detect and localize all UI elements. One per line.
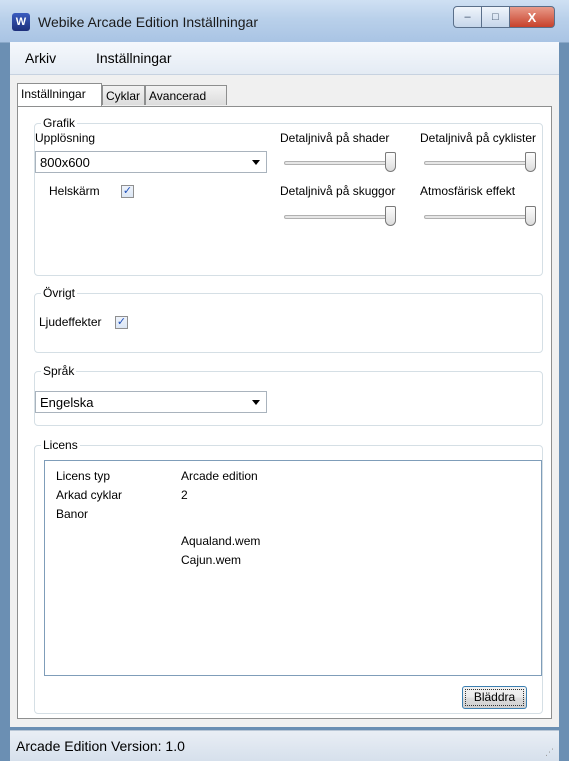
menu-bar: Arkiv Inställningar — [10, 42, 559, 75]
language-group-title: Språk — [41, 364, 77, 378]
shadow-detail-label: Detaljnivå på skuggor — [280, 184, 396, 198]
track-item: Cajun.wem — [181, 553, 242, 567]
sound-effects-label: Ljudeffekter — [39, 315, 102, 329]
fullscreen-label: Helskärm — [49, 184, 100, 198]
slider-track — [284, 215, 396, 219]
chevron-down-icon — [252, 400, 260, 405]
tab-bikes[interactable]: Cyklar — [102, 85, 145, 105]
resolution-label: Upplösning — [35, 131, 96, 145]
fullscreen-checkbox[interactable]: ✓ — [121, 185, 134, 198]
maximize-button[interactable]: □ — [482, 6, 510, 28]
license-type-key: Licens typ — [56, 469, 111, 483]
menu-settings[interactable]: Inställningar — [96, 50, 172, 66]
resolution-select[interactable]: 800x600 — [35, 151, 267, 173]
caption-buttons: – □ X — [453, 6, 555, 28]
close-button[interactable]: X — [510, 6, 555, 28]
language-select[interactable]: Engelska — [35, 391, 267, 413]
tracks-key: Banor — [56, 507, 89, 521]
slider-track — [424, 161, 536, 165]
shader-detail-label: Detaljnivå på shader — [280, 131, 390, 145]
license-group: Licens Licens typ Arcade edition Arkad c… — [34, 438, 543, 714]
other-group-title: Övrigt — [41, 286, 78, 300]
resize-grip-icon[interactable]: ⋰ — [545, 748, 555, 758]
license-group-title: Licens — [41, 438, 80, 452]
window-title: Webike Arcade Edition Inställningar — [38, 14, 258, 30]
client-area: Inställningar Cyklar Avancerad Grafik Up… — [10, 75, 559, 727]
chevron-down-icon — [252, 160, 260, 165]
settings-window: W Webike Arcade Edition Inställningar – … — [0, 0, 569, 761]
slider-thumb[interactable] — [385, 206, 396, 226]
slider-thumb[interactable] — [525, 152, 536, 172]
version-status: Arcade Edition Version: 1.0 — [16, 738, 185, 754]
atmosphere-effect-label: Atmosfärisk effekt — [420, 184, 516, 198]
language-group: Språk Engelska — [34, 364, 543, 426]
slider-track — [424, 215, 536, 219]
slider-track — [284, 161, 396, 165]
language-value: Engelska — [40, 395, 94, 410]
slider-thumb[interactable] — [385, 152, 396, 172]
license-type-value: Arcade edition — [181, 469, 258, 483]
sound-effects-checkbox[interactable]: ✓ — [115, 316, 128, 329]
shadow-detail-slider[interactable] — [284, 204, 399, 232]
status-bar: Arcade Edition Version: 1.0 ⋰ — [10, 730, 559, 761]
track-item: Aqualand.wem — [181, 534, 261, 548]
arcade-bikes-key: Arkad cyklar — [56, 488, 123, 502]
graphics-group-title: Grafik — [41, 116, 78, 130]
arcade-bikes-value: 2 — [181, 488, 188, 502]
minimize-button[interactable]: – — [453, 6, 482, 28]
atmosphere-effect-slider[interactable] — [424, 204, 539, 232]
tab-settings[interactable]: Inställningar — [17, 83, 102, 106]
focus-rect — [465, 689, 524, 706]
title-bar[interactable]: W Webike Arcade Edition Inställningar – … — [0, 0, 569, 43]
license-info-list[interactable]: Licens typ Arcade edition Arkad cyklar 2… — [44, 460, 542, 676]
cyclist-detail-label: Detaljnivå på cyklister — [420, 131, 537, 145]
tab-advanced[interactable]: Avancerad — [145, 85, 227, 105]
slider-thumb[interactable] — [525, 206, 536, 226]
app-icon: W — [12, 13, 30, 31]
other-group: Övrigt Ljudeffekter ✓ — [34, 286, 543, 353]
settings-tab-page: Grafik Upplösning 800x600 Helskärm ✓ Det… — [17, 106, 552, 719]
shader-detail-slider[interactable] — [284, 150, 399, 178]
cyclist-detail-slider[interactable] — [424, 150, 539, 178]
browse-button[interactable]: Bläddra — [462, 686, 527, 709]
resolution-value: 800x600 — [40, 155, 90, 170]
menu-file[interactable]: Arkiv — [25, 50, 56, 66]
graphics-group: Grafik Upplösning 800x600 Helskärm ✓ Det… — [34, 116, 543, 276]
